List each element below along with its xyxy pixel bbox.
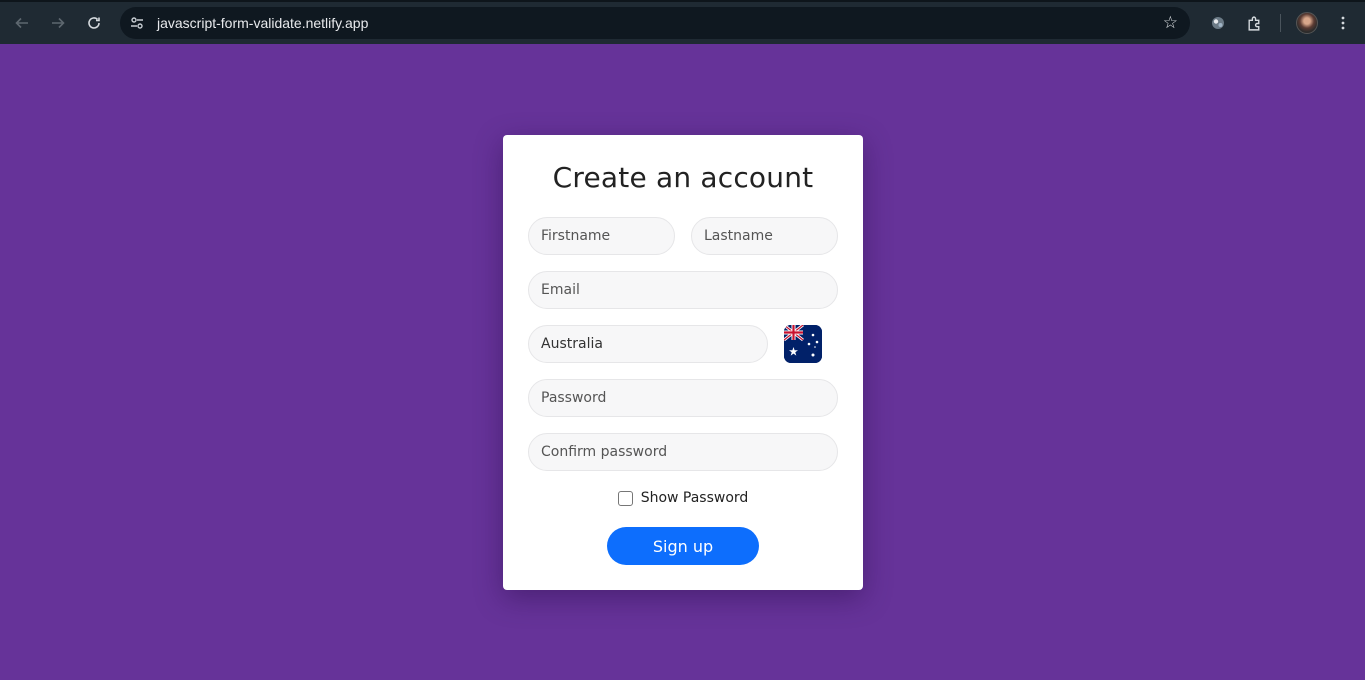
country-value: Australia xyxy=(541,336,603,352)
show-password-label[interactable]: Show Password xyxy=(641,490,749,506)
extension-icon[interactable] xyxy=(1200,5,1236,41)
show-password-checkbox[interactable] xyxy=(617,490,633,506)
browser-toolbar: javascript-form-validate.netlify.app ☆ xyxy=(0,0,1365,44)
email-input[interactable] xyxy=(528,271,838,309)
toolbar-divider xyxy=(1280,14,1281,32)
back-arrow-icon[interactable] xyxy=(4,5,40,41)
puzzle-extensions-icon[interactable] xyxy=(1236,5,1272,41)
forward-arrow-icon[interactable] xyxy=(40,5,76,41)
url-text[interactable]: javascript-form-validate.netlify.app xyxy=(157,15,368,31)
confirm-password-input[interactable] xyxy=(528,433,838,471)
form-title: Create an account xyxy=(552,161,814,194)
bookmark-star-icon[interactable]: ☆ xyxy=(1163,13,1178,33)
firstname-input[interactable] xyxy=(528,217,675,255)
signup-button[interactable]: Sign up xyxy=(607,527,759,565)
profile-avatar[interactable] xyxy=(1289,5,1325,41)
site-info-icon[interactable] xyxy=(120,7,154,39)
country-select[interactable]: Australia xyxy=(528,325,768,363)
signup-card: Create an account Australia xyxy=(503,135,863,590)
address-bar[interactable]: javascript-form-validate.netlify.app ☆ xyxy=(120,7,1190,39)
password-input[interactable] xyxy=(528,379,838,417)
reload-icon[interactable] xyxy=(76,5,112,41)
more-menu-icon[interactable] xyxy=(1325,5,1361,41)
australia-flag-icon xyxy=(784,325,822,363)
lastname-input[interactable] xyxy=(691,217,838,255)
show-password-row: Show Password xyxy=(503,490,863,506)
